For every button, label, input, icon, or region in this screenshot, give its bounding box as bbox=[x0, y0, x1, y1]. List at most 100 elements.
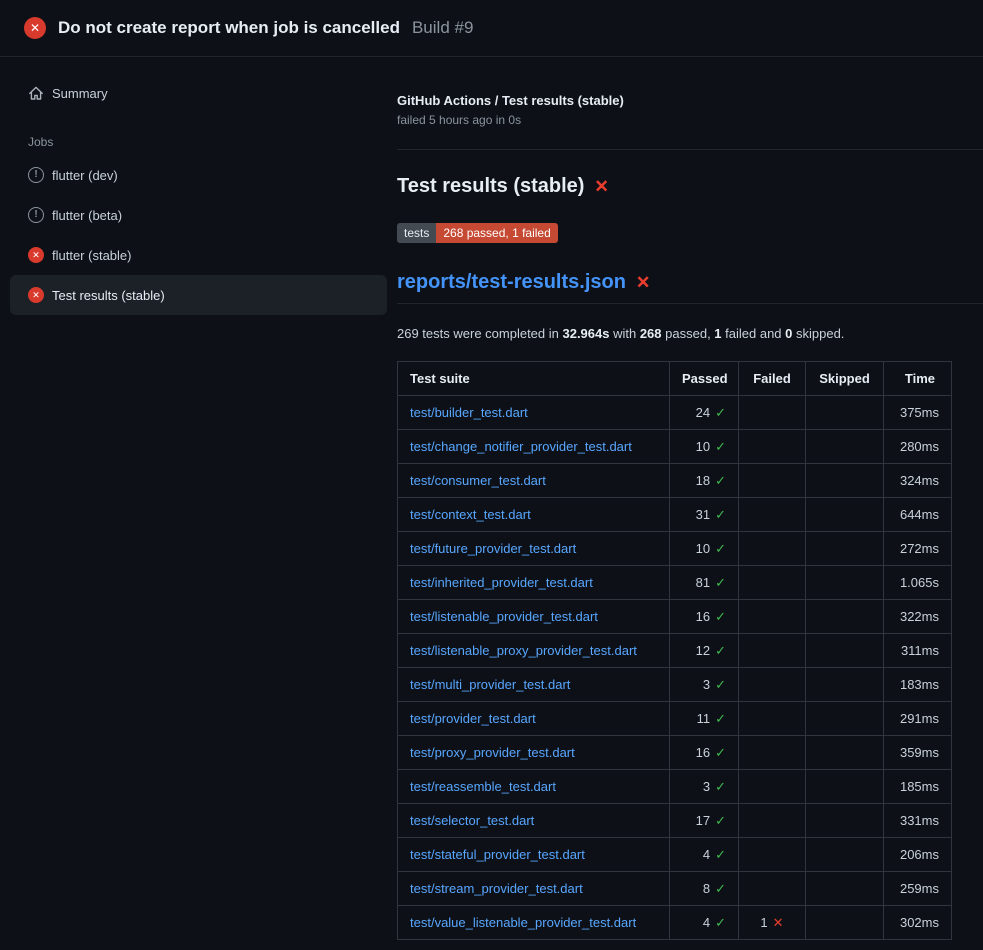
time-value: 359ms bbox=[884, 736, 952, 770]
table-row: test/multi_provider_test.dart3✓183ms bbox=[398, 668, 952, 702]
sidebar-item-label: flutter (dev) bbox=[52, 168, 118, 183]
passed-count: 12 bbox=[696, 643, 710, 658]
test-suite-link[interactable]: test/listenable_provider_test.dart bbox=[410, 609, 598, 624]
cross-icon: ✕ bbox=[773, 915, 784, 930]
time-value: 259ms bbox=[884, 872, 952, 906]
passed-count: 81 bbox=[696, 575, 710, 590]
main-content: GitHub Actions / Test results (stable) f… bbox=[397, 57, 983, 940]
passed-cell: 8✓ bbox=[670, 872, 739, 906]
skipped-cell bbox=[806, 668, 884, 702]
passed-count: 3 bbox=[703, 779, 710, 794]
test-suite-link[interactable]: test/multi_provider_test.dart bbox=[410, 677, 570, 692]
skipped-cell bbox=[806, 804, 884, 838]
time-value: 291ms bbox=[884, 702, 952, 736]
passed-count: 16 bbox=[696, 745, 710, 760]
test-suite-link[interactable]: test/consumer_test.dart bbox=[410, 473, 546, 488]
passed-count: 24 bbox=[696, 405, 710, 420]
home-icon bbox=[28, 85, 44, 101]
failed-x-icon: ✕ bbox=[594, 178, 608, 195]
report-heading-row: reports/test-results.json ✕ bbox=[397, 271, 983, 304]
test-suite-link[interactable]: test/stream_provider_test.dart bbox=[410, 881, 583, 896]
check-title-row: Test results (stable) ✕ bbox=[397, 175, 983, 198]
passed-cell: 18✓ bbox=[670, 464, 739, 498]
test-suite-link[interactable]: test/reassemble_test.dart bbox=[410, 779, 556, 794]
table-row: test/consumer_test.dart 18✓ 324ms bbox=[398, 464, 952, 498]
summary-part: with bbox=[609, 326, 639, 341]
suite-cell: test/selector_test.dart bbox=[398, 804, 670, 838]
test-suite-link[interactable]: test/listenable_proxy_provider_test.dart bbox=[410, 643, 637, 658]
time-value: 183ms bbox=[884, 668, 952, 702]
passed-cell: 4✓ bbox=[670, 906, 739, 940]
test-suite-link[interactable]: test/inherited_provider_test.dart bbox=[410, 575, 593, 590]
badge-value: 268 passed, 1 failed bbox=[436, 223, 557, 243]
failed-x-icon: ✕ bbox=[636, 274, 650, 291]
alert-circle-icon: ! bbox=[28, 207, 44, 223]
test-suite-link[interactable]: test/stateful_provider_test.dart bbox=[410, 847, 585, 862]
test-suite-link[interactable]: test/future_provider_test.dart bbox=[410, 541, 576, 556]
suite-cell: test/provider_test.dart bbox=[398, 702, 670, 736]
passed-cell: 3✓ bbox=[670, 770, 739, 804]
skipped-cell bbox=[806, 430, 884, 464]
skipped-cell bbox=[806, 600, 884, 634]
skipped-cell bbox=[806, 736, 884, 770]
passed-cell: 11✓ bbox=[670, 702, 739, 736]
passed-cell: 16✓ bbox=[670, 736, 739, 770]
failed-cell bbox=[739, 668, 806, 702]
failed-cell bbox=[739, 804, 806, 838]
time-value: 324ms bbox=[884, 464, 952, 498]
suite-cell: test/listenable_proxy_provider_test.dart bbox=[398, 634, 670, 668]
table-row: test/inherited_provider_test.dart81✓1.06… bbox=[398, 566, 952, 600]
failed-cell bbox=[739, 634, 806, 668]
sidebar-item-summary[interactable]: Summary bbox=[10, 77, 387, 109]
table-row: test/provider_test.dart 11✓ 291ms bbox=[398, 702, 952, 736]
passed-count: 18 bbox=[696, 473, 710, 488]
sidebar-item-job[interactable]: ✕flutter (stable) bbox=[10, 235, 387, 275]
sidebar-item-job[interactable]: !flutter (dev) bbox=[10, 155, 387, 195]
column-header: Failed bbox=[739, 362, 806, 396]
tests-summary-text: 269 tests were completed in 32.964s with… bbox=[397, 326, 983, 341]
check-icon: ✓ bbox=[715, 813, 726, 828]
test-suite-link[interactable]: test/change_notifier_provider_test.dart bbox=[410, 439, 632, 454]
skipped-cell bbox=[806, 906, 884, 940]
passed-cell: 10✓ bbox=[670, 430, 739, 464]
passed-count: 3 bbox=[703, 677, 710, 692]
table-row: test/change_notifier_provider_test.dart 1… bbox=[398, 430, 952, 464]
failed-cell bbox=[739, 566, 806, 600]
sidebar-item-label: Summary bbox=[52, 86, 108, 101]
test-suite-link[interactable]: test/context_test.dart bbox=[410, 507, 531, 522]
skipped-cell bbox=[806, 396, 884, 430]
column-header: Time bbox=[884, 362, 952, 396]
x-circle-icon: ✕ bbox=[28, 287, 44, 303]
sidebar-item-job[interactable]: ✕Test results (stable) bbox=[10, 275, 387, 315]
test-suite-link[interactable]: test/proxy_provider_test.dart bbox=[410, 745, 575, 760]
test-suite-link[interactable]: test/selector_test.dart bbox=[410, 813, 534, 828]
test-suite-link[interactable]: test/provider_test.dart bbox=[410, 711, 536, 726]
check-icon: ✓ bbox=[715, 541, 726, 556]
test-suite-link[interactable]: test/value_listenable_provider_test.dart bbox=[410, 915, 636, 930]
check-icon: ✓ bbox=[715, 779, 726, 794]
passed-cell: 4✓ bbox=[670, 838, 739, 872]
table-row: test/stateful_provider_test.dart4✓206ms bbox=[398, 838, 952, 872]
divider bbox=[397, 149, 983, 150]
passed-count: 16 bbox=[696, 609, 710, 624]
time-value: 375ms bbox=[884, 396, 952, 430]
suite-cell: test/proxy_provider_test.dart bbox=[398, 736, 670, 770]
failed-cell bbox=[739, 430, 806, 464]
breadcrumb[interactable]: GitHub Actions / Test results (stable) bbox=[397, 93, 983, 108]
skipped-cell bbox=[806, 702, 884, 736]
table-row: test/builder_test.dart24✓375ms bbox=[398, 396, 952, 430]
report-file-link[interactable]: reports/test-results.json bbox=[397, 271, 626, 294]
table-row: test/future_provider_test.dart10✓272ms bbox=[398, 532, 952, 566]
suite-cell: test/future_provider_test.dart bbox=[398, 532, 670, 566]
build-number: Build #9 bbox=[412, 18, 473, 38]
failed-cell bbox=[739, 702, 806, 736]
passed-count: 10 bbox=[696, 541, 710, 556]
sidebar-item-job[interactable]: !flutter (beta) bbox=[10, 195, 387, 235]
test-suite-link[interactable]: test/builder_test.dart bbox=[410, 405, 528, 420]
time-value: 331ms bbox=[884, 804, 952, 838]
failed-cell: 1✕ bbox=[739, 906, 806, 940]
skipped-cell bbox=[806, 770, 884, 804]
passed-count: 8 bbox=[703, 881, 710, 896]
run-status-text: failed 5 hours ago in 0s bbox=[397, 113, 983, 127]
time-value: 185ms bbox=[884, 770, 952, 804]
